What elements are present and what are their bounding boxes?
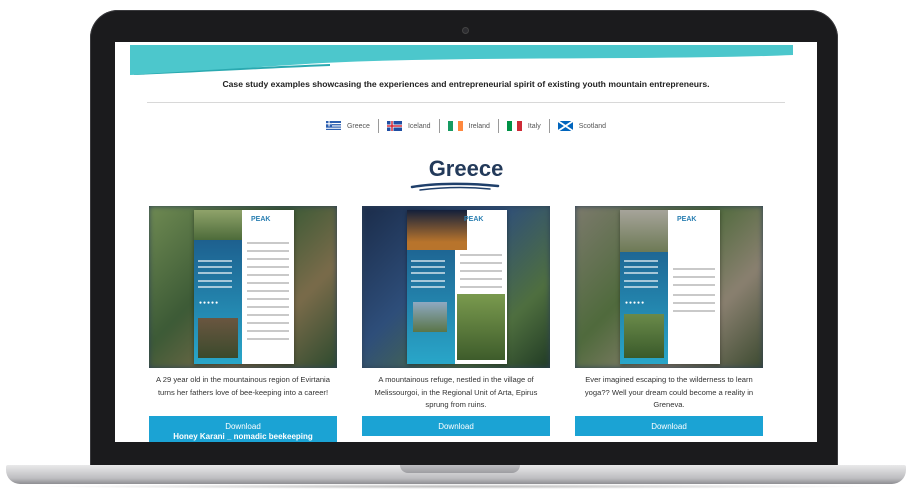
doc-logo: PEAK: [677, 216, 697, 223]
header-wave-band: [130, 45, 793, 75]
country-label: Scotland: [578, 122, 607, 130]
download-button[interactable]: Download Honey Karani _ nomadic beekeepi…: [149, 416, 337, 442]
title-underline-swoosh: [410, 182, 500, 191]
case-study-card: PEAK ●●●●● Ever imagined escaping to the…: [575, 206, 763, 436]
country-selector: Greece Iceland Ireland Italy Scotland: [115, 119, 817, 133]
case-study-document-preview: PEAK: [407, 210, 507, 364]
case-study-document-preview: PEAK ●●●●●: [620, 210, 720, 364]
country-tab-scotland[interactable]: Scotland: [550, 121, 614, 131]
download-label: Download: [225, 422, 261, 431]
case-study-thumbnail[interactable]: PEAK: [362, 206, 550, 368]
country-tab-ireland[interactable]: Ireland: [440, 121, 498, 131]
case-study-document-preview: PEAK ●●●●●: [194, 210, 294, 364]
download-button[interactable]: Download: [575, 416, 763, 436]
scotland-flag-icon: [557, 121, 573, 131]
country-label: Italy: [527, 122, 541, 130]
download-filename: Honey Karani _ nomadic beekeeping: [173, 432, 313, 441]
download-label: Download: [651, 422, 687, 431]
greece-flag-icon: [325, 121, 341, 131]
iceland-flag-icon: [386, 121, 402, 131]
country-tab-italy[interactable]: Italy: [499, 121, 549, 131]
country-label: Ireland: [468, 122, 490, 130]
intro-text: Case study examples showcasing the exper…: [222, 79, 710, 89]
laptop-screen: Case study examples showcasing the exper…: [115, 42, 817, 442]
country-tab-greece[interactable]: Greece: [318, 121, 378, 131]
download-label: Download: [438, 422, 474, 431]
case-study-description: Ever imagined escaping to the wilderness…: [584, 375, 754, 409]
laptop-shadow: [30, 484, 882, 489]
webcam: [462, 27, 469, 34]
case-study-card: PEAK ●●●●● A 29 year old in the mountain…: [149, 206, 337, 442]
country-label: Greece: [346, 122, 370, 130]
doc-logo: PEAK: [464, 216, 484, 223]
ireland-flag-icon: [447, 121, 463, 131]
country-tab-iceland[interactable]: Iceland: [379, 121, 439, 131]
case-study-thumbnail[interactable]: PEAK ●●●●●: [575, 206, 763, 368]
italy-flag-icon: [506, 121, 522, 131]
divider: [147, 102, 785, 103]
download-button[interactable]: Download: [362, 416, 550, 436]
case-study-thumbnail[interactable]: PEAK ●●●●●: [149, 206, 337, 368]
section-title: Greece: [428, 156, 504, 181]
case-study-description: A 29 year old in the mountainous region …: [156, 375, 330, 397]
case-study-description: A mountainous refuge, nestled in the vil…: [374, 375, 538, 409]
doc-logo: PEAK: [251, 216, 271, 223]
case-study-card: PEAK A mountainous refuge, nestled in th…: [362, 206, 550, 436]
country-label: Iceland: [407, 122, 431, 130]
laptop-notch: [400, 465, 520, 473]
